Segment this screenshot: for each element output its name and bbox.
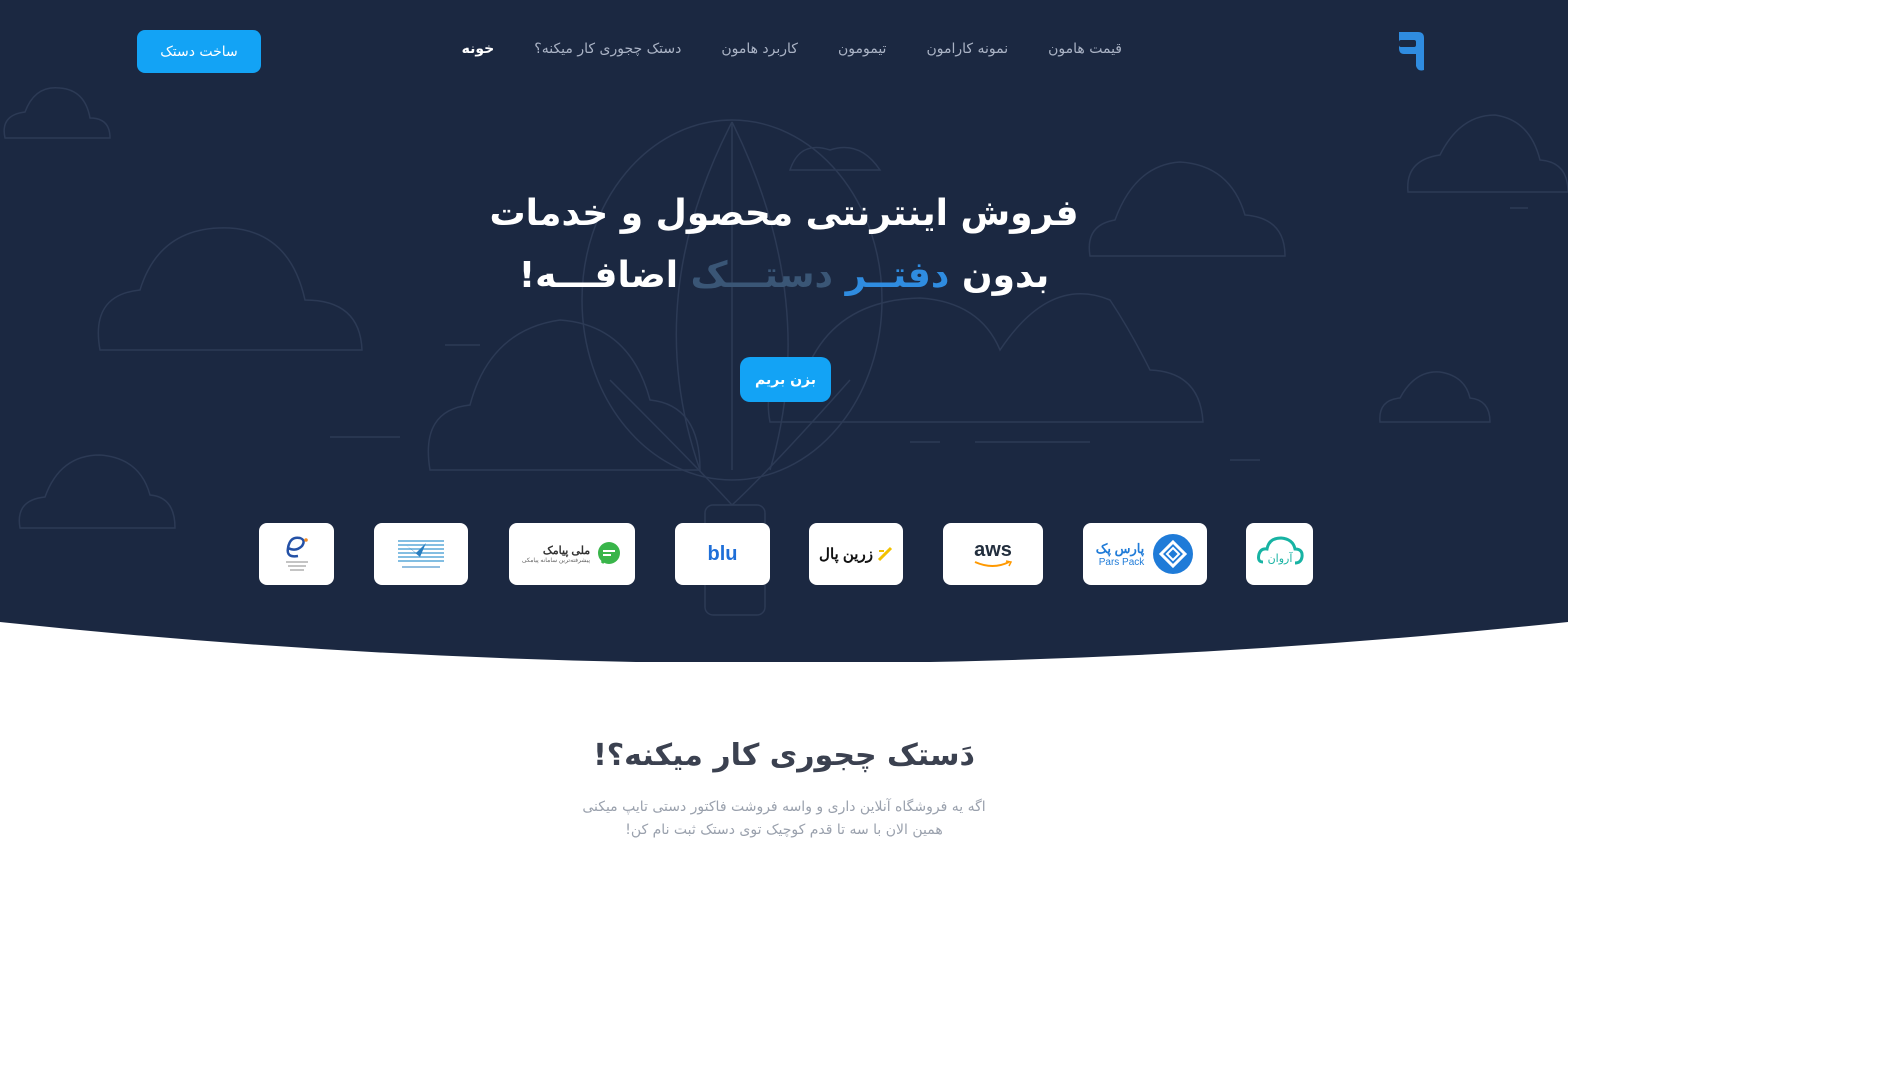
hero-word-extra: اضافـــه! [518, 255, 679, 296]
parspack-text: پارس پک Pars Pack [1096, 541, 1145, 568]
melipayamak-label: ملی پیامک [542, 545, 591, 557]
partner-blu[interactable]: blu [675, 523, 770, 585]
parspack-logo-icon [1152, 533, 1194, 575]
dastak-logo-icon[interactable] [1396, 30, 1426, 72]
hero-headline-line2: بدون دفتــر دستـــک اضافـــه! [0, 242, 1568, 310]
how-it-works-desc-line1: اگه یه فروشگاه آنلاین داری و واسه فروشت … [582, 799, 986, 815]
how-it-works-desc-line2: همین الان با سه تا قدم کوچیک توی دستک ثب… [625, 822, 943, 838]
melipayamak-sublabel: پیشرفته‌ترین سامانه پیامکی [521, 558, 591, 564]
partner-melipayamak[interactable]: ملی پیامک پیشرفته‌ترین سامانه پیامکی [509, 523, 635, 585]
partner-sepah-bank[interactable] [374, 523, 468, 585]
melipayamak-text: ملی پیامک پیشرفته‌ترین سامانه پیامکی [522, 544, 590, 564]
nav-home[interactable]: خونه [462, 38, 495, 60]
nav-use-cases[interactable]: کاربرد هامون [721, 38, 798, 60]
hero-word-desk: دستـــک [690, 255, 834, 296]
partner-zarinpal[interactable]: زرین پال [809, 523, 903, 585]
how-it-works-title: دَستک چجوری کار میکنه؟! [593, 738, 975, 773]
create-dastak-button[interactable]: ساخت دستک [137, 30, 261, 73]
enamad-logo-icon [280, 532, 314, 576]
hero-background-illustration [0, 0, 1568, 662]
parspack-sublabel: Pars Pack [1098, 556, 1145, 568]
partner-arvan[interactable]: آروان [1246, 523, 1313, 585]
partner-parspack[interactable]: پارس پک Pars Pack [1083, 523, 1207, 585]
hero-headline: فروش اینترنتی محصول و خدمات بدون دفتــر … [0, 186, 1568, 310]
hero-section: خونه دستک چجوری کار میکنه؟ کاربرد هامون … [0, 0, 1568, 662]
hero-headline-line1: فروش اینترنتی محصول و خدمات [489, 193, 1079, 234]
blu-label: blu [707, 542, 738, 565]
partner-enamad[interactable] [259, 523, 334, 585]
arvan-cloud-logo-icon: آروان [1255, 532, 1305, 576]
partner-aws[interactable]: aws [943, 523, 1043, 585]
zarinpal-logo-icon [877, 546, 893, 562]
zarinpal-label: زرین پال [819, 546, 873, 563]
arvan-label: آروان [1267, 551, 1293, 565]
nav-portfolio[interactable]: نمونه کارامون [926, 38, 1008, 60]
nav-pricing[interactable]: قیمت هامون [1048, 38, 1122, 60]
aws-smile-icon [973, 560, 1013, 568]
parspack-label: پارس پک [1095, 540, 1145, 556]
how-it-works-description: اگه یه فروشگاه آنلاین داری و واسه فروشت … [0, 796, 1568, 842]
main-nav: خونه دستک چجوری کار میکنه؟ کاربرد هامون … [462, 38, 1122, 60]
nav-team[interactable]: تیمومون [838, 38, 886, 60]
get-started-button[interactable]: بزن بریم [740, 357, 831, 402]
hero-word-office: دفتــر [845, 255, 950, 296]
sepah-bank-logo-icon [396, 537, 446, 571]
aws-label: aws [974, 539, 1012, 561]
hero-word-without: بدون [961, 255, 1050, 296]
nav-how-it-works[interactable]: دستک چجوری کار میکنه؟ [534, 38, 681, 60]
melipayamak-logo-icon [596, 541, 622, 567]
